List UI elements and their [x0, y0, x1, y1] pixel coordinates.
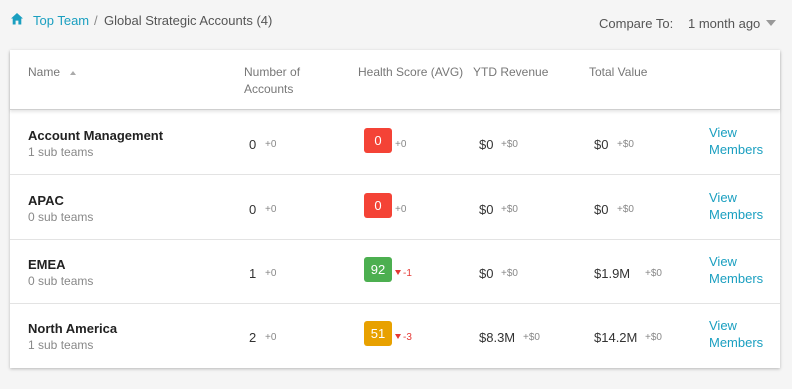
- health-delta-value: +0: [395, 139, 407, 150]
- chevron-down-icon[interactable]: [766, 20, 776, 26]
- team-sub-count: 0 sub teams: [28, 210, 94, 224]
- accounts-delta: +0: [265, 332, 277, 343]
- team-sub-count: 1 sub teams: [28, 338, 94, 352]
- health-score-badge: 51: [364, 321, 392, 346]
- health-delta-value: -3: [403, 332, 412, 343]
- compare-to-select[interactable]: 1 month ago: [688, 16, 760, 31]
- ytd-revenue-delta: +$0: [501, 268, 518, 279]
- team-name[interactable]: EMEA: [28, 257, 66, 272]
- column-header-accounts[interactable]: Number of Accounts: [244, 64, 324, 98]
- health-delta: +0: [395, 139, 406, 150]
- teams-table: Name Number of Accounts Health Score (AV…: [10, 50, 780, 368]
- ytd-revenue-delta: +$0: [501, 204, 518, 215]
- health-delta-value: +0: [395, 204, 407, 215]
- health-score-badge: 0: [364, 128, 392, 153]
- total-value: $0: [594, 202, 609, 217]
- ytd-revenue-delta: +$0: [501, 139, 518, 150]
- team-name[interactable]: APAC: [28, 193, 64, 208]
- team-name[interactable]: Account Management: [28, 128, 163, 143]
- table-header: Name Number of Accounts Health Score (AV…: [10, 50, 780, 110]
- breadcrumb-top-team-link[interactable]: Top Team: [33, 13, 89, 28]
- ytd-revenue-value: $0: [479, 137, 494, 152]
- total-value: $14.2M: [594, 330, 638, 345]
- home-icon[interactable]: [10, 12, 24, 26]
- accounts-value: 0: [249, 202, 257, 217]
- accounts-delta: +0: [265, 139, 277, 150]
- triangle-down-icon: [395, 270, 401, 275]
- accounts-value: 2: [249, 330, 257, 345]
- table-row[interactable]: APAC 0 sub teams 0 +0 0 +0 $0 +$0 $0 +$0 View Memb…: [10, 176, 780, 240]
- breadcrumb-current: Global Strategic Accounts (4): [104, 13, 273, 28]
- accounts-delta: +0: [265, 268, 277, 279]
- sort-asc-icon[interactable]: [70, 71, 76, 75]
- health-delta: -3: [395, 332, 412, 343]
- top-bar: Top Team / Global Strategic Accounts (4)…: [0, 0, 792, 46]
- health-delta-value: -1: [403, 268, 412, 279]
- triangle-down-icon: [395, 334, 401, 339]
- view-members-link[interactable]: View Members: [709, 124, 773, 158]
- total-value-delta: +$0: [645, 332, 662, 343]
- total-value: $1.9M: [594, 266, 631, 281]
- view-members-link[interactable]: View Members: [709, 253, 773, 287]
- health-score-badge: 0: [364, 193, 392, 218]
- health-delta: +0: [395, 204, 406, 215]
- table-row[interactable]: Account Management 1 sub teams 0 +0 0 +0 $0 +$0…: [10, 111, 780, 175]
- breadcrumb-separator: /: [94, 13, 98, 28]
- view-members-link[interactable]: View Members: [709, 317, 773, 351]
- accounts-value: 1: [249, 266, 257, 281]
- health-delta: -1: [395, 268, 412, 279]
- total-value-delta: +$0: [617, 139, 634, 150]
- accounts-value: 0: [249, 137, 257, 152]
- team-sub-count: 0 sub teams: [28, 274, 94, 288]
- health-score-badge: 92: [364, 257, 392, 282]
- column-header-total[interactable]: Total Value: [589, 64, 647, 81]
- compare-to-label: Compare To:: [599, 16, 674, 31]
- team-sub-count: 1 sub teams: [28, 145, 94, 159]
- view-members-link[interactable]: View Members: [709, 189, 773, 223]
- ytd-revenue-delta: +$0: [523, 332, 540, 343]
- accounts-delta: +0: [265, 204, 277, 215]
- total-value-delta: +$0: [617, 204, 634, 215]
- table-row[interactable]: North America 1 sub teams 2 +0 51 -3 $8.3M +$0 $…: [10, 304, 780, 368]
- ytd-revenue-value: $0: [479, 266, 494, 281]
- total-value-delta: +$0: [645, 268, 662, 279]
- table-row[interactable]: EMEA 0 sub teams 1 +0 92 -1 $0 +$0 $1.9M +$0 View …: [10, 240, 780, 304]
- column-header-health[interactable]: Health Score (AVG): [358, 64, 463, 81]
- column-header-name[interactable]: Name: [28, 64, 60, 81]
- column-header-ytd[interactable]: YTD Revenue: [473, 64, 548, 81]
- total-value: $0: [594, 137, 609, 152]
- team-name[interactable]: North America: [28, 321, 117, 336]
- ytd-revenue-value: $8.3M: [479, 330, 516, 345]
- ytd-revenue-value: $0: [479, 202, 494, 217]
